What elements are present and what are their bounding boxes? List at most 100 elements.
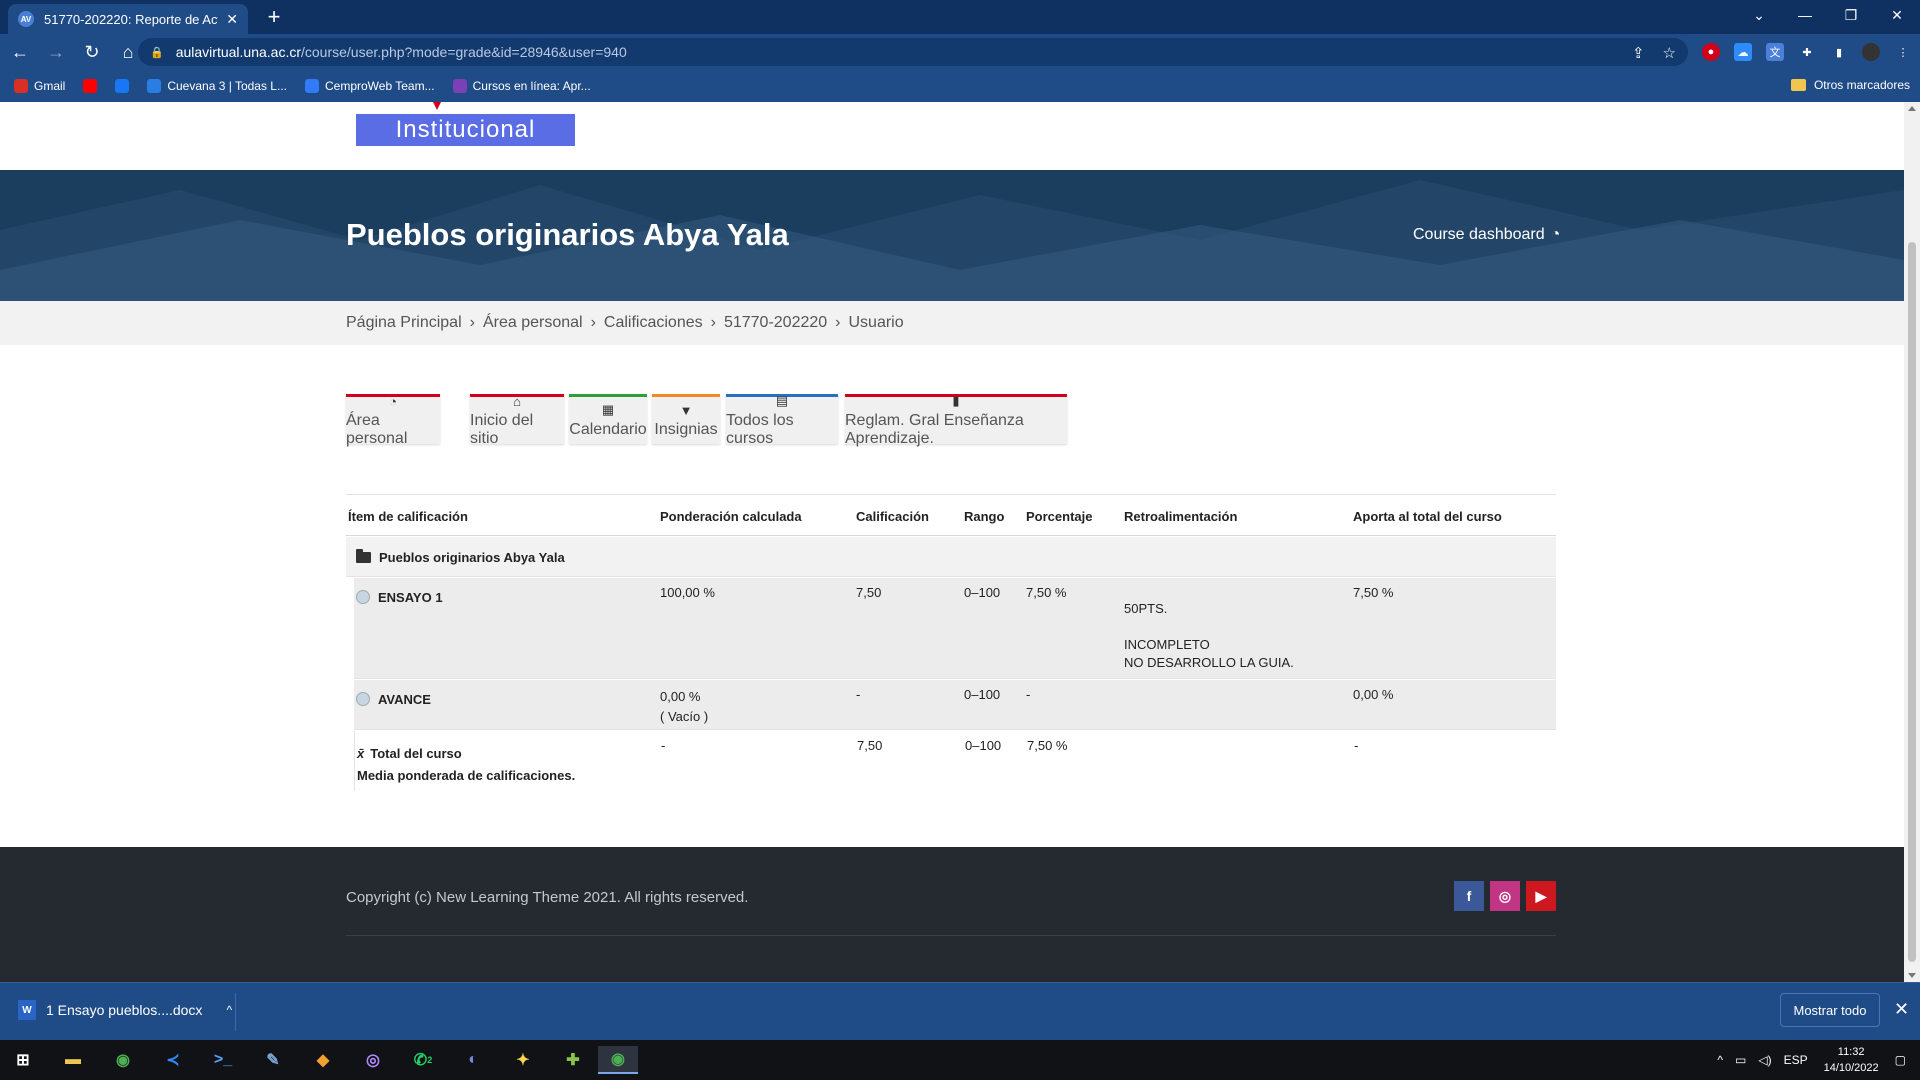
instagram-icon[interactable]: ◎ xyxy=(1490,881,1520,911)
nav-tab[interactable]: ▤ Todos los cursos xyxy=(726,393,838,447)
course-header-banner: Pueblos originarios Abya Yala Course das… xyxy=(0,170,1904,301)
scroll-down-icon[interactable] xyxy=(1908,973,1916,978)
extensions-area: ● ☁ 文 ✚ ▮ ⋮ xyxy=(1702,34,1912,70)
bookmark-item[interactable]: Cursos en línea: Apr... xyxy=(452,79,591,93)
app3-icon[interactable]: ✚ xyxy=(558,1046,588,1074)
notifications-icon[interactable]: ▢ xyxy=(1895,1053,1906,1067)
breadcrumb-item: Usuario xyxy=(848,314,904,331)
language-indicator[interactable]: ESP xyxy=(1784,1053,1808,1067)
app-icon[interactable]: ◆ xyxy=(308,1046,338,1074)
chevron-up-icon[interactable]: ^ xyxy=(226,1003,232,1017)
weight-cell: - xyxy=(661,738,666,753)
github-icon[interactable]: ◎ xyxy=(358,1046,388,1074)
discord-icon[interactable]: ◐ xyxy=(458,1046,488,1074)
reload-icon[interactable]: ↻ xyxy=(76,36,108,68)
download-item[interactable]: W 1 Ensayo pueblos....docx ^ xyxy=(18,1000,232,1020)
assignment-icon xyxy=(356,692,370,706)
show-all-button[interactable]: Mostrar todo xyxy=(1780,993,1880,1027)
site-logo[interactable]: Institucional xyxy=(356,114,575,146)
restore-button[interactable]: ❐ xyxy=(1828,0,1874,30)
nav-tab[interactable]: ⌂ Inicio del sitio xyxy=(470,394,564,447)
new-tab-button[interactable]: + xyxy=(260,4,288,30)
chrome-active-icon[interactable]: ◉ xyxy=(598,1046,638,1074)
dashboard-gauge-icon: ◔ xyxy=(1550,226,1561,243)
logo-strip: Institucional xyxy=(0,102,1904,170)
facebook-icon[interactable]: f xyxy=(1454,881,1484,911)
minimize-button[interactable]: — xyxy=(1782,0,1828,30)
share-icon[interactable]: ⇪ xyxy=(1632,44,1645,62)
menu-kebab-icon[interactable]: ⋮ xyxy=(1894,43,1912,61)
contribution-cell: - xyxy=(1354,738,1359,753)
extension-translate-icon[interactable]: 文 xyxy=(1766,43,1784,61)
file-explorer-icon[interactable]: ▬ xyxy=(58,1046,88,1074)
bookmark-label: CemproWeb Team... xyxy=(325,79,435,93)
bookmark-star-icon[interactable]: ☆ xyxy=(1663,44,1676,62)
other-bookmarks-label: Otros marcadores xyxy=(1813,78,1910,92)
nav-tab[interactable]: ▼ Insignias xyxy=(652,394,720,444)
table-header: Ítem de calificación Ponderación calcula… xyxy=(346,494,1556,536)
course-dashboard-link[interactable]: Course dashboard ◔ xyxy=(1413,226,1560,244)
category-row: Pueblos originarios Abya Yala xyxy=(346,537,1556,577)
header-grade: Calificación xyxy=(856,509,929,524)
system-tray: ^ ▭ ◁) ESP 11:32 14/10/2022 ▢ xyxy=(1711,1040,1920,1080)
profile-avatar[interactable] xyxy=(1862,43,1880,61)
breadcrumb-item[interactable]: Página Principal xyxy=(346,314,462,332)
bookmark-item[interactable] xyxy=(83,79,98,93)
breadcrumb-item[interactable]: 51770-202220 xyxy=(724,314,827,332)
bookmark-item[interactable]: Gmail xyxy=(14,79,65,93)
bookmark-item[interactable]: Cuevana 3 | Todas L... xyxy=(147,79,287,93)
nav-tab-label: Área personal xyxy=(346,411,408,447)
youtube-icon[interactable]: ▶ xyxy=(1526,881,1556,911)
scroll-up-icon[interactable] xyxy=(1908,106,1916,111)
side-panel-icon[interactable]: ▮ xyxy=(1830,43,1848,61)
tab-search-icon[interactable]: ⌄ xyxy=(1736,0,1782,30)
calendar-icon: ▦ xyxy=(601,402,615,417)
bookmark-item[interactable]: CemproWeb Team... xyxy=(305,79,435,93)
bookmark-item[interactable] xyxy=(115,79,130,93)
breadcrumb-item[interactable]: Área personal xyxy=(483,314,583,332)
close-window-button[interactable]: ✕ xyxy=(1874,0,1920,30)
bookmark-label: Cursos en línea: Apr... xyxy=(472,79,591,93)
whatsapp-icon[interactable]: ✆ 2 xyxy=(408,1046,438,1074)
item-name-link[interactable]: ENSAYO 1 xyxy=(378,590,443,605)
folder-icon xyxy=(356,549,371,563)
nav-tab-label: Calendario xyxy=(569,421,647,438)
mountains-illustration xyxy=(0,180,1904,301)
network-icon[interactable]: ▭ xyxy=(1735,1053,1746,1067)
windows-start-icon[interactable]: ⊞ xyxy=(8,1046,38,1074)
volume-icon[interactable]: ◁) xyxy=(1758,1053,1771,1067)
site-favicon-icon: AV xyxy=(18,11,34,27)
other-bookmarks[interactable]: Otros marcadores xyxy=(1790,78,1910,92)
back-icon[interactable]: ← xyxy=(4,36,36,68)
app2-icon[interactable]: ✦ xyxy=(508,1046,538,1074)
nav-tab[interactable]: ▦ Calendario xyxy=(569,394,647,444)
clock[interactable]: 11:32 14/10/2022 xyxy=(1824,1044,1879,1076)
page-footer: Copyright (c) New Learning Theme 2021. A… xyxy=(0,847,1904,982)
extension-cloud-icon[interactable]: ☁ xyxy=(1734,43,1752,61)
nav-tab[interactable]: ◔ Área personal xyxy=(346,394,440,447)
breadcrumb-item[interactable]: Calificaciones xyxy=(604,314,703,332)
youtube-icon xyxy=(83,79,98,93)
item-name-link[interactable]: AVANCE xyxy=(378,692,431,707)
total-name: Total del curso xyxy=(370,746,462,761)
extensions-puzzle-icon[interactable]: ✚ xyxy=(1798,43,1816,61)
bookmark-label: Cuevana 3 | Todas L... xyxy=(167,79,287,93)
nav-tab[interactable]: ▮ Reglam. Gral Enseñanza Aprendizaje. xyxy=(845,393,1067,447)
page-scrollbar[interactable] xyxy=(1904,102,1920,982)
lock-icon[interactable]: 🔒 xyxy=(150,46,164,59)
browser-tab[interactable]: AV 51770-202220: Reporte de Activi ✕ xyxy=(8,4,248,34)
close-downloads-icon[interactable]: ✕ xyxy=(1894,999,1909,1020)
scrollbar-thumb[interactable] xyxy=(1908,242,1916,962)
range-cell: 0–100 xyxy=(964,585,1001,600)
terminal-icon[interactable]: >_ xyxy=(208,1046,238,1074)
url-input[interactable]: 🔒 aulavirtual.una.ac.cr/course/user.php?… xyxy=(138,38,1688,66)
weight-cell: 0,00 % ( Vacío ) xyxy=(660,687,708,727)
vscode-icon[interactable]: ≺ xyxy=(158,1046,188,1074)
bookmarks-bar: Gmail Cuevana 3 | Todas L... CemproWeb Tea… xyxy=(0,70,1920,102)
tray-expand-icon[interactable]: ^ xyxy=(1717,1053,1723,1067)
forward-icon[interactable]: → xyxy=(40,36,72,68)
chrome-icon[interactable]: ◉ xyxy=(108,1046,138,1074)
extension-red-icon[interactable]: ● xyxy=(1702,43,1720,61)
tab-close-icon[interactable]: ✕ xyxy=(226,11,238,28)
sql-tool-icon[interactable]: ✎ xyxy=(258,1046,288,1074)
